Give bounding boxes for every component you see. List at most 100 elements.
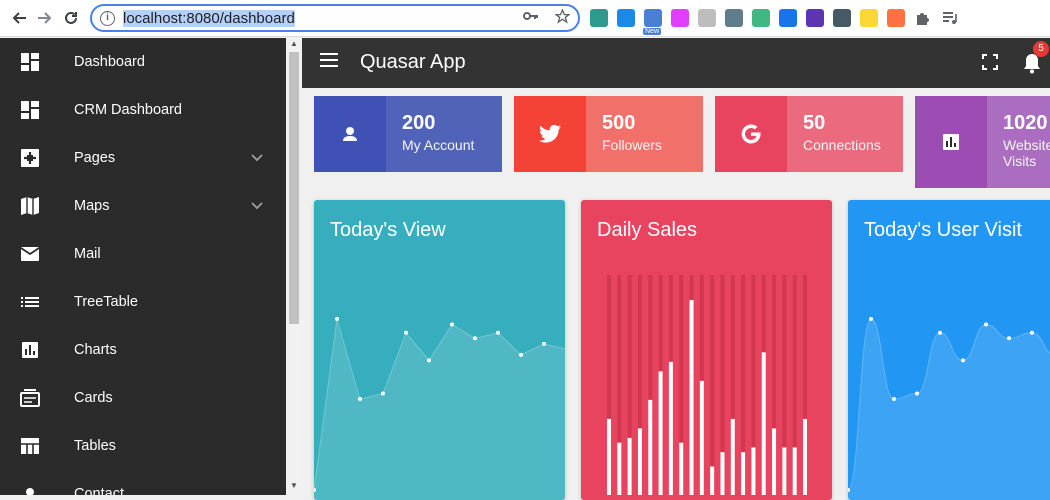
google-icon: [715, 96, 787, 172]
chart-point: [869, 317, 873, 321]
extension-layers-icon[interactable]: [806, 9, 824, 27]
bar-track: [710, 275, 715, 495]
star-icon[interactable]: [553, 8, 572, 27]
stat-value: 500: [602, 112, 636, 134]
mail-icon: [20, 244, 40, 264]
chart-bar: [668, 361, 673, 495]
chart-card-today-s-user-visit: Today's User Visit: [848, 200, 1050, 500]
chart-point: [542, 341, 546, 346]
chart-bar: [710, 466, 715, 495]
chart-point: [496, 330, 500, 335]
fullscreen-icon[interactable]: [982, 54, 998, 70]
sidebar-item-contact[interactable]: Contact: [0, 470, 286, 495]
extension-target-icon[interactable]: [833, 9, 851, 27]
stat-label: Connections: [803, 137, 881, 153]
extension-spiral-icon[interactable]: [590, 9, 608, 27]
scroll-down-arrow-icon[interactable]: ▼: [289, 482, 299, 490]
sidebar-item-label: Pages: [74, 150, 116, 166]
dashboard-icon: [20, 52, 40, 72]
sidebar-item-mail[interactable]: Mail: [0, 230, 286, 278]
chart-bar: [751, 447, 756, 495]
stat-value: 1020: [1003, 112, 1048, 134]
extension-bookmark-icon[interactable]: [779, 9, 797, 27]
chart-point: [450, 322, 454, 327]
dashboard-icon: [20, 100, 40, 120]
chart-plot: [314, 317, 565, 500]
chart-bar: [689, 300, 694, 495]
chart-point: [381, 391, 385, 396]
sidebar-item-dashboard[interactable]: Dashboard: [0, 38, 286, 86]
scrollbar-thumb[interactable]: [289, 52, 299, 324]
sidebar-item-pages[interactable]: Pages: [0, 134, 286, 182]
chart-point: [519, 352, 523, 357]
chart-card-title: Today's User Visit: [864, 219, 1022, 241]
chart-bar: [627, 437, 632, 495]
sidebar-item-label: Contact: [74, 486, 124, 495]
stat-card-body: 1020 Website Visits: [987, 96, 1050, 188]
chart-point: [1007, 336, 1011, 341]
extension-wave-icon[interactable]: [617, 9, 635, 27]
chart-plot: [848, 317, 1050, 500]
site-info-icon[interactable]: i: [100, 10, 115, 26]
chart-bar: [803, 418, 807, 495]
extension-vue-icon[interactable]: [752, 9, 770, 27]
sidebar: Dashboard CRM Dashboard Pages Maps Mail TreeT…: [0, 38, 286, 495]
sidebar-item-cards[interactable]: Cards: [0, 374, 286, 422]
list-icon: [20, 292, 40, 312]
chart-bar: [607, 418, 611, 495]
chart-area: [314, 319, 565, 500]
chart-bar: [730, 418, 735, 495]
bar-chart-icon: [20, 340, 40, 360]
app-title: Quasar App: [360, 51, 466, 73]
extension-cup-icon[interactable]: [725, 9, 743, 27]
chart-point: [404, 330, 408, 335]
chevron-down-icon[interactable]: [250, 199, 264, 213]
sidebar-item-label: Maps: [74, 198, 110, 214]
sidebar-item-maps[interactable]: Maps: [0, 182, 286, 230]
sidebar-item-charts[interactable]: Charts: [0, 326, 286, 374]
sidebar-item-label: Tables: [74, 438, 116, 454]
stat-value: 50: [803, 112, 826, 134]
stat-value: 200: [402, 112, 436, 134]
extension-exclaim-icon[interactable]: [860, 9, 878, 27]
chart-point: [1030, 330, 1034, 335]
stat-label: Website Visits: [1003, 137, 1050, 169]
extension-grid-icon[interactable]: [698, 9, 716, 27]
stat-card-body: 50 Connections: [787, 96, 903, 172]
stat-card-followers[interactable]: 500 Followers: [514, 96, 703, 172]
extension-new-icon[interactable]: New: [643, 9, 662, 35]
chart-bar: [761, 352, 766, 495]
url-host: localhost: [123, 9, 183, 27]
media-queue-icon[interactable]: [941, 9, 959, 27]
forward-arrow-icon[interactable]: [32, 5, 58, 31]
back-arrow-icon[interactable]: [6, 5, 32, 31]
pages-icon: [20, 148, 40, 168]
stat-card-my-account[interactable]: 200 My Account: [314, 96, 502, 172]
chart-point: [892, 396, 896, 401]
key-icon[interactable]: [523, 9, 539, 27]
stat-card-connections[interactable]: 50 Connections: [715, 96, 903, 172]
chart-bar: [792, 447, 797, 495]
extensions-puzzle-icon[interactable]: [914, 9, 932, 27]
reload-icon[interactable]: [58, 5, 84, 31]
address-bar[interactable]: i localhost:8080/dashboard: [90, 4, 580, 32]
browser-toolbar: i localhost:8080/dashboard New: [0, 0, 1050, 37]
stat-card-website-visits[interactable]: 1020 Website Visits: [915, 96, 1050, 188]
extension-nodes-icon[interactable]: [887, 9, 905, 27]
url-text[interactable]: localhost:8080/dashboard: [123, 9, 295, 27]
scroll-up-arrow-icon[interactable]: ▲: [289, 40, 299, 48]
chart-point: [915, 391, 919, 396]
chart-point: [984, 322, 988, 327]
chart-bar: [617, 442, 622, 495]
extension-square-icon[interactable]: [671, 9, 689, 27]
sidebar-item-crm-dashboard[interactable]: CRM Dashboard: [0, 86, 286, 134]
chevron-down-icon[interactable]: [250, 151, 264, 165]
extensions-bar: New: [590, 9, 959, 35]
sidebar-item-tables[interactable]: Tables: [0, 422, 286, 470]
chart-bar: [720, 452, 725, 495]
sidebar-item-treetable[interactable]: TreeTable: [0, 278, 286, 326]
url-path: :8080/dashboard: [182, 9, 295, 27]
menu-icon[interactable]: [320, 53, 340, 73]
chart-point: [938, 330, 942, 335]
chart-card-daily-sales: Daily Sales: [581, 200, 832, 500]
